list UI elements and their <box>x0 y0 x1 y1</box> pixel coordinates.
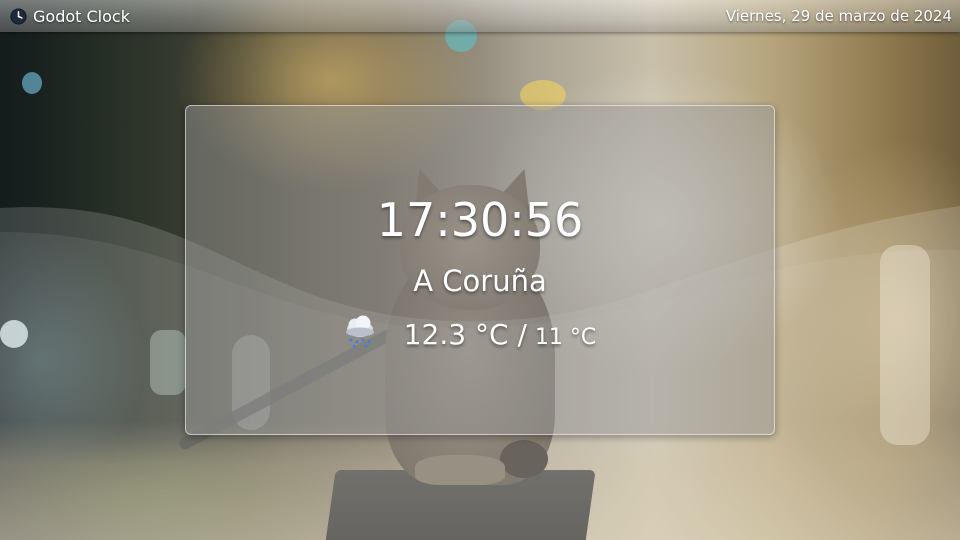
bokeh-light <box>150 330 186 395</box>
weather-row: 12.3 °C / 11 °C <box>186 314 774 354</box>
clock-time: 17:30:56 <box>376 193 584 247</box>
cat-paws <box>415 455 505 485</box>
title-bar: Godot Clock Viernes, 29 de marzo de 2024 <box>0 0 960 32</box>
app-window: Godot Clock Viernes, 29 de marzo de 2024… <box>0 0 960 540</box>
clock-panel: 17:30:56 A Coruña 12.3 °C / 11 °C <box>185 105 775 435</box>
bokeh-light <box>880 245 930 445</box>
temperature-separator: / <box>517 317 527 351</box>
cat-tail <box>500 440 548 478</box>
temperature-secondary: 11 °C <box>534 324 597 350</box>
app-title-group: Godot Clock <box>10 7 130 26</box>
bokeh-light <box>22 72 42 94</box>
temperature-current: 12.3 °C <box>403 317 509 351</box>
date-label: Viernes, 29 de marzo de 2024 <box>725 7 952 25</box>
city-label: A Coruña <box>413 264 547 298</box>
bokeh-light <box>0 320 28 348</box>
app-title: Godot Clock <box>33 6 130 26</box>
clock-icon <box>10 7 27 25</box>
rain-cloud-icon <box>342 314 378 354</box>
